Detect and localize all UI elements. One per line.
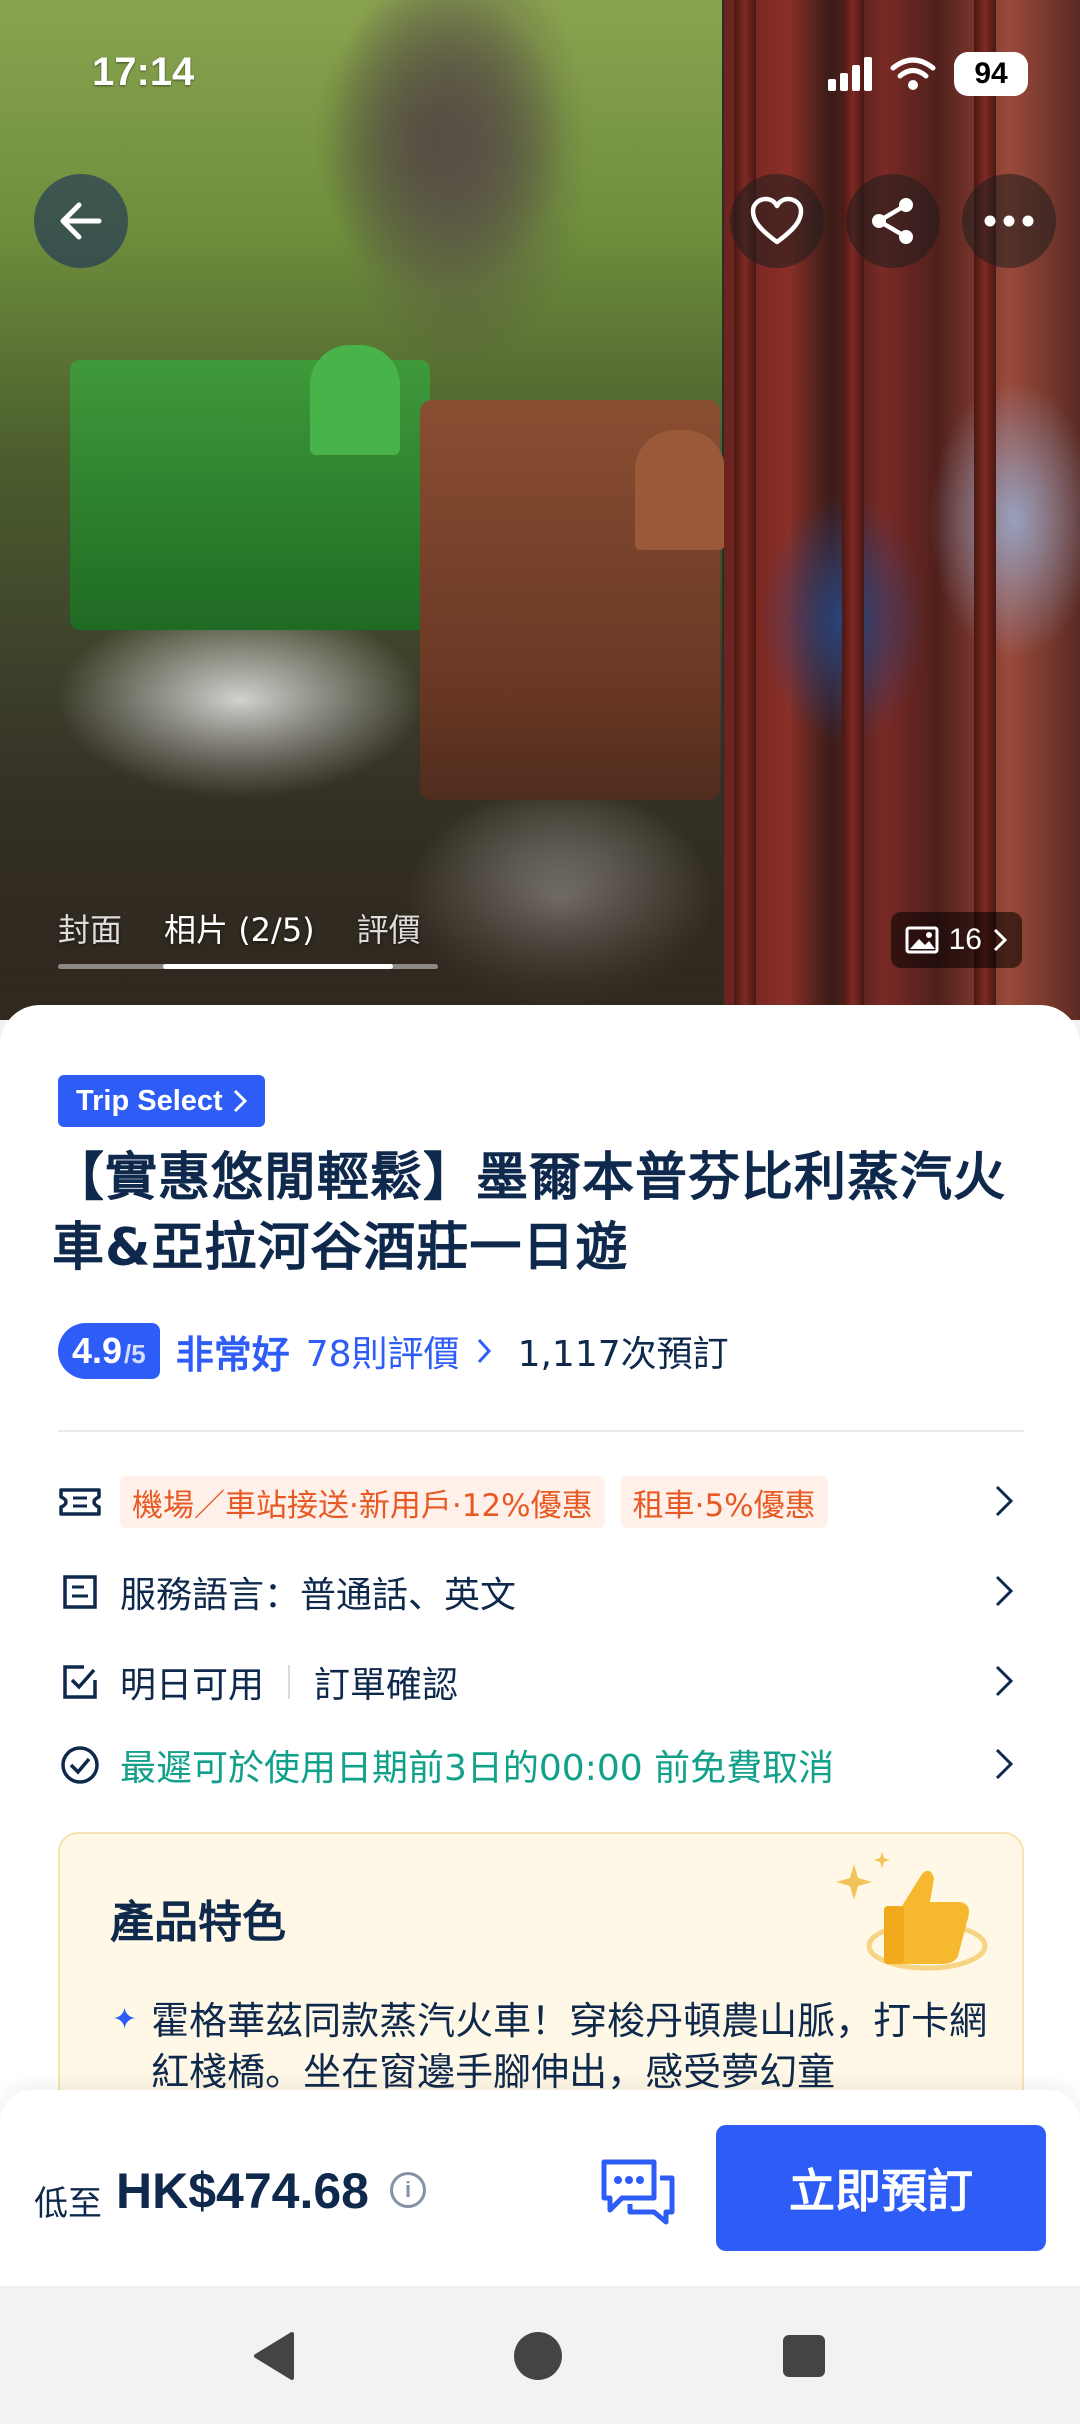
feature-item: ✦ 霍格華茲同款蒸汽火車！穿梭丹頓農山脈，打卡網紅棧橋。坐在窗邊手腳伸出，感受夢… <box>112 1996 992 2099</box>
cancellation-policy: 最遲可於使用日期前3日的00:00 前免費取消 <box>120 1748 835 1789</box>
system-navigation-bar <box>0 2286 1080 2424</box>
rating-label: 非常好 <box>175 1332 290 1377</box>
circle-home-icon <box>514 2332 562 2380</box>
promotions-row[interactable]: 機場／車站接送·新用戶·12%優惠 租車·5%優惠 <box>58 1472 1024 1532</box>
check-circle-icon <box>58 1743 102 1787</box>
product-info-card: Trip Select 【實惠悠閒輕鬆】墨爾本普芬比利蒸汽火車&亞拉河谷酒莊一日… <box>0 1005 1080 2245</box>
battery-indicator: 94 <box>954 52 1028 96</box>
gallery-tab-indicator-track <box>58 964 438 969</box>
book-now-button[interactable]: 立即預訂 <box>716 2125 1046 2251</box>
promo-tag-car-rental: 租車·5%優惠 <box>620 1476 828 1528</box>
trip-select-badge[interactable]: Trip Select <box>58 1075 265 1127</box>
arrow-left-icon <box>60 202 102 240</box>
price-value: HK$474.68 <box>116 2163 369 2219</box>
tab-photos[interactable]: 相片 (2/5) <box>164 905 335 951</box>
photo-gallery[interactable]: 17:14 94 封面 相片 (2/5) 評價 16 <box>0 0 1080 1020</box>
nav-back-button[interactable] <box>244 2326 304 2386</box>
wifi-icon <box>890 57 936 90</box>
nav-home-button[interactable] <box>508 2326 568 2386</box>
divider <box>58 1430 1024 1432</box>
rating-score: 4.9 <box>72 1330 123 1371</box>
carriage-pole <box>734 0 756 1020</box>
chat-icon <box>601 2159 675 2225</box>
chevron-right-icon <box>995 1748 1014 1780</box>
document-icon <box>58 1570 102 1614</box>
image-icon <box>905 926 939 954</box>
reviews-link[interactable]: 78則評價 <box>306 1325 460 1377</box>
rating-score-badge: 4.9/5 <box>58 1323 160 1379</box>
availability-text: 明日可用 <box>120 1665 265 1706</box>
confirmation-text: 訂單確認 <box>314 1665 459 1706</box>
more-icon <box>984 215 1034 227</box>
carriage-pole <box>974 0 996 1020</box>
ticket-icon <box>58 1480 102 1524</box>
feature-text: 霍格華茲同款蒸汽火車！穿梭丹頓農山脈，打卡網紅棧橋。坐在窗邊手腳伸出，感受夢幻童 <box>151 1999 988 2095</box>
booking-count: 1,117次預訂 <box>517 1334 729 1375</box>
share-icon <box>872 198 913 244</box>
signal-icon <box>828 57 872 91</box>
chevron-right-icon <box>995 1665 1014 1697</box>
tab-reviews[interactable]: 評價 <box>357 905 441 951</box>
more-options-button[interactable] <box>962 174 1056 268</box>
free-cancellation-row[interactable]: 最遲可於使用日期前3日的00:00 前免費取消 <box>58 1735 1024 1795</box>
rating-row[interactable]: 4.9/5 非常好 78則評價 1,117次預訂 <box>58 1323 729 1379</box>
status-icons: 94 <box>828 52 1028 96</box>
thumbs-up-sparkle-icon <box>836 1852 988 1971</box>
back-button[interactable] <box>34 174 128 268</box>
booking-bar: 低至 HK$474.68 i 立即預訂 <box>0 2090 1080 2286</box>
chat-button[interactable] <box>598 2156 678 2228</box>
promo-tag-transfer: 機場／車站接送·新用戶·12%優惠 <box>120 1476 605 1528</box>
brown-locomotive-dome <box>635 430 725 550</box>
sparkle-bullet-icon: ✦ <box>112 2002 138 2037</box>
chevron-right-icon <box>233 1089 247 1113</box>
triangle-back-icon <box>254 2332 294 2380</box>
availability-row[interactable]: 明日可用 訂單確認 <box>58 1652 1024 1712</box>
price-prefix: 低至 <box>34 2184 102 2224</box>
heart-icon <box>750 196 804 245</box>
checkbox-icon <box>58 1660 102 1704</box>
share-button[interactable] <box>846 174 940 268</box>
status-time: 17:14 <box>92 50 195 94</box>
chevron-right-icon <box>995 1485 1014 1517</box>
chevron-right-icon <box>995 1575 1014 1607</box>
photo-count-value: 16 <box>948 923 982 956</box>
trip-select-label: Trip Select <box>76 1084 223 1117</box>
square-recents-icon <box>783 2335 825 2377</box>
chevron-right-icon <box>993 928 1008 952</box>
carriage-pole <box>842 0 864 1020</box>
favorite-button[interactable] <box>730 174 824 268</box>
gallery-tabs: 封面 相片 (2/5) 評價 <box>58 905 463 951</box>
gallery-tab-indicator <box>163 964 393 969</box>
gallery-photo-steam-train[interactable] <box>0 0 725 1020</box>
product-detail-screen: 17:14 94 封面 相片 (2/5) 評價 16 Trip Select 【… <box>0 0 1080 2424</box>
nav-recents-button[interactable] <box>774 2326 834 2386</box>
rating-scale: /5 <box>124 1339 146 1369</box>
chevron-right-icon <box>477 1338 491 1364</box>
product-title: 【實惠悠閒輕鬆】墨爾本普芬比利蒸汽火車&亞拉河谷酒莊一日遊 <box>52 1148 1007 1279</box>
trestle-bridge <box>0 700 722 1020</box>
info-icon[interactable]: i <box>390 2172 426 2208</box>
train-smoke <box>330 0 590 380</box>
separator <box>288 1665 291 1699</box>
tab-cover[interactable]: 封面 <box>58 905 142 951</box>
service-language-row[interactable]: 服務語言：普通話、英文 <box>58 1562 1024 1622</box>
gallery-photo-passengers[interactable] <box>724 0 1080 1020</box>
green-locomotive-dome <box>310 345 400 455</box>
service-language: 服務語言：普通話、英文 <box>120 1575 517 1616</box>
features-title: 產品特色 <box>110 1897 286 1948</box>
photo-count-button[interactable]: 16 <box>890 912 1022 968</box>
